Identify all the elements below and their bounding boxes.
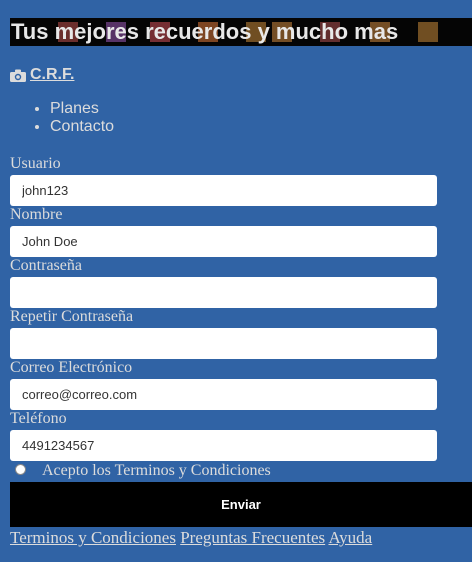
footer-link-preguntas[interactable]: Preguntas Frecuentes <box>180 528 325 547</box>
terms-radio[interactable] <box>15 464 26 475</box>
repetir-contrasena-input[interactable] <box>10 328 437 359</box>
footer-links: Terminos y Condiciones Preguntas Frecuen… <box>10 528 372 548</box>
submit-button[interactable]: Enviar <box>10 482 472 527</box>
contrasena-input[interactable] <box>10 277 437 308</box>
nombre-input[interactable] <box>10 226 437 257</box>
header-banner: Tus mejores recuerdos y mucho mas <box>10 18 472 46</box>
camera-icon <box>10 69 26 82</box>
nav-item-contacto[interactable]: Contacto <box>50 118 114 136</box>
nombre-label: Nombre <box>10 206 63 223</box>
contrasena-label: Contraseña <box>10 257 82 274</box>
footer-link-ayuda[interactable]: Ayuda <box>328 528 372 547</box>
brand-link[interactable]: C.R.F. <box>10 66 74 84</box>
usuario-label: Usuario <box>10 155 61 172</box>
usuario-input[interactable] <box>10 175 437 206</box>
main-nav: Planes Contacto <box>32 100 114 136</box>
footer-link-terminos[interactable]: Terminos y Condiciones <box>10 528 176 547</box>
terms-label: Acepto los Terminos y Condiciones <box>42 462 271 479</box>
repetir-contrasena-label: Repetir Contraseña <box>10 308 134 325</box>
nav-item-planes[interactable]: Planes <box>50 100 114 118</box>
brand-label: C.R.F. <box>30 66 75 83</box>
correo-label: Correo Electrónico <box>10 359 133 376</box>
telefono-label: Teléfono <box>10 410 67 427</box>
telefono-input[interactable] <box>10 430 437 461</box>
correo-input[interactable] <box>10 379 437 410</box>
banner-title: Tus mejores recuerdos y mucho mas <box>11 19 399 44</box>
